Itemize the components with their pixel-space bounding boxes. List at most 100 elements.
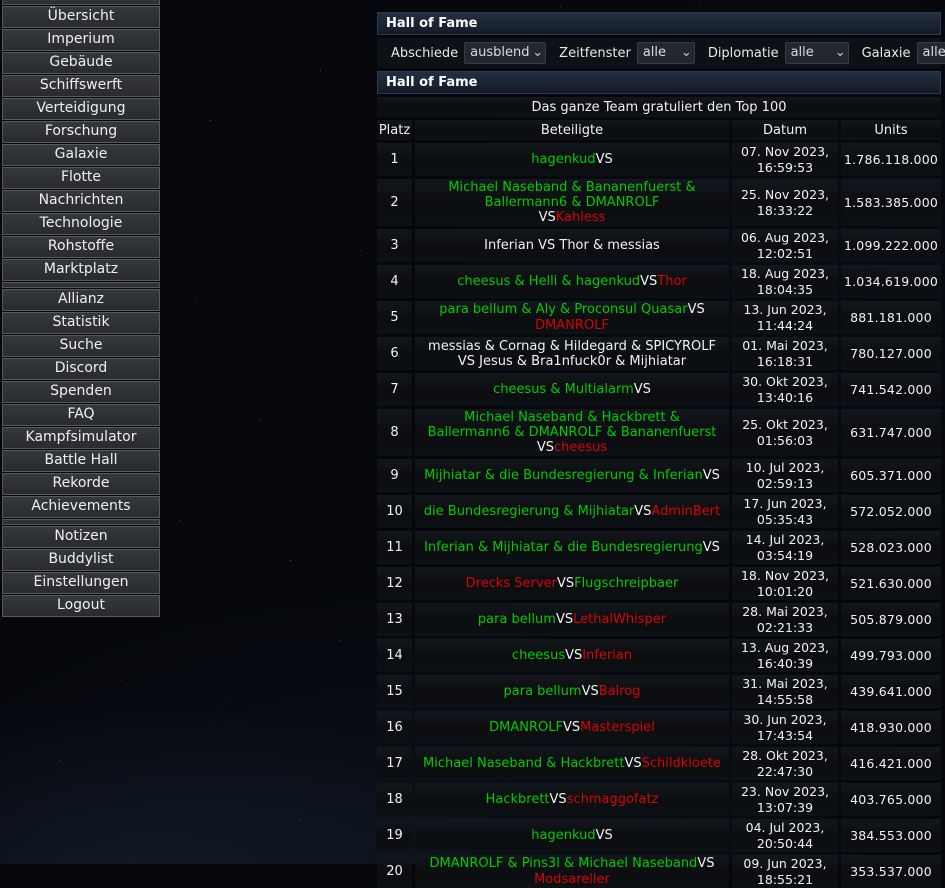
date-cell: 18. Nov 2023, 10:01:20 [732,567,838,600]
participants-cell: para bellum & Aly & Proconsul Quasar VS … [415,301,729,334]
units-cell: 439.641.000 [841,675,941,708]
loser-names: Inferian [582,648,632,663]
column-header-units: Units [841,120,941,140]
sidebar-item-faq[interactable]: FAQ [2,404,160,426]
neutral-text: VS [634,504,651,519]
rank-cell: 1 [377,143,412,176]
loser-names: Thor [657,274,686,289]
date-cell: 31. Mai 2023, 14:55:58 [732,675,838,708]
sidebar-item-imperium[interactable]: Imperium [2,29,160,51]
units-cell: 384.553.000 [841,819,941,852]
rank-cell: 18 [377,783,412,816]
sidebar-item-achievements[interactable]: Achievements [2,496,160,518]
winner-names: Michael Naseband & Hackbrett & Ballerman… [421,410,723,440]
game-page: ÜbersichtImperiumGebäudeSchiffswerftVert… [0,0,945,864]
section-title: Hall of Fame [377,71,941,94]
date-cell: 13. Jun 2023, 11:44:24 [732,301,838,334]
neutral-text: VS [688,302,705,317]
sidebar-item-notizen[interactable]: Notizen [2,526,160,548]
zeitfenster-select[interactable]: alle [637,42,695,64]
sidebar-item-kampfsimulator[interactable]: Kampfsimulator [2,427,160,449]
loser-names: schmaggofatz [567,792,659,807]
sidebar-item-einstellungen[interactable]: Einstellungen [2,572,160,594]
sidebar-item-flotte[interactable]: Flotte [2,167,160,189]
sidebar-item-verteidigung[interactable]: Verteidigung [2,98,160,120]
sidebar-item-statistik[interactable]: Statistik [2,312,160,334]
abschiede-select[interactable]: ausblenden [464,42,546,64]
sidebar-item-technologie[interactable]: Technologie [2,213,160,235]
units-cell: 403.765.000 [841,783,941,816]
sidebar-separator [2,519,160,525]
participants-cell: Mijhiatar & die Bundesregierung & Inferi… [415,459,729,492]
galaxie-select[interactable]: alle [917,42,945,64]
participants-cell: para bellum VS LethalWhisper [415,603,729,636]
date-cell: 10. Jul 2023, 02:59:13 [732,459,838,492]
neutral-text: VS [539,210,556,225]
date-cell: 06. Aug 2023, 12:02:51 [732,229,838,262]
sidebar-item-discord[interactable]: Discord [2,358,160,380]
page-title: Hall of Fame [377,12,941,35]
rank-cell: 8 [377,409,412,456]
neutral-text: VS [596,152,613,167]
sidebar-item-battle-hall[interactable]: Battle Hall [2,450,160,472]
participants-cell: DMANROLF VS Masterspiel [415,711,729,744]
participants-cell: cheesus & Helli & hagenkud VS Thor [415,265,729,298]
sidebar-item-gebaude[interactable]: Gebäude [2,52,160,74]
sidebar-item-galaxie[interactable]: Galaxie [2,144,160,166]
units-cell: 1.583.385.000 [841,179,941,226]
neutral-text: VS [565,648,582,663]
participants-cell: Michael Naseband & Hackbrett VS Schildkl… [415,747,729,780]
rank-cell: 12 [377,567,412,600]
hall-of-fame-table: Das ganze Team gratuliert den Top 100 Pl… [377,97,941,888]
sidebar-item-spenden[interactable]: Spenden [2,381,160,403]
sidebar-item-ubersicht[interactable]: Übersicht [2,6,160,28]
sidebar-item-marktplatz[interactable]: Marktplatz [2,259,160,281]
units-cell: 499.793.000 [841,639,941,672]
neutral-text: VS [703,468,720,483]
rank-cell: 10 [377,495,412,528]
neutral-text: VS [537,440,554,455]
units-cell: 418.930.000 [841,711,941,744]
participants-cell: cheesus VS Inferian [415,639,729,672]
sidebar-item-logout[interactable]: Logout [2,595,160,617]
neutral-text: VS [550,792,567,807]
sidebar-item-suche[interactable]: Suche [2,335,160,357]
winner-names: para bellum [504,684,582,699]
participants-cell: Michael Naseband & Hackbrett & Ballerman… [415,409,729,456]
participants-cell: Michael Naseband & Bananenfuerst & Balle… [415,179,729,226]
date-cell: 28. Mai 2023, 02:21:33 [732,603,838,636]
sidebar-item-allianz[interactable]: Allianz [2,289,160,311]
date-cell: 23. Nov 2023, 13:07:39 [732,783,838,816]
winner-names: hagenkud [531,152,595,167]
neutral-text: VS [634,382,651,397]
neutral-text: VS [563,720,580,735]
rank-cell: 3 [377,229,412,262]
sidebar-item-rekorde[interactable]: Rekorde [2,473,160,495]
sidebar-item-nachrichten[interactable]: Nachrichten [2,190,160,212]
neutral-text: VS [640,274,657,289]
winner-names: Michael Naseband & Hackbrett [423,756,624,771]
participants-cell: para bellum VS Balrog [415,675,729,708]
sidebar-item-schiffswerft[interactable]: Schiffswerft [2,75,160,97]
sidebar-item-rohstoffe[interactable]: Rohstoffe [2,236,160,258]
column-header-beteiligte: Beteiligte [415,120,729,140]
table-caption: Das ganze Team gratuliert den Top 100 [377,97,941,117]
participants-cell: Inferian & Mijhiatar & die Bundesregieru… [415,531,729,564]
winner-names: Inferian & Mijhiatar & die Bundesregieru… [424,540,703,555]
filter-bar: Abschiede ausblenden ⌄ Zeitfenster alle … [377,38,941,68]
sidebar-item-forschung[interactable]: Forschung [2,121,160,143]
date-cell: 25. Nov 2023, 18:33:22 [732,179,838,226]
section-title-text: Hall of Fame [386,75,477,90]
rank-cell: 7 [377,373,412,406]
loser-names: Masterspiel [580,720,655,735]
rank-cell: 13 [377,603,412,636]
sidebar-item-buddylist[interactable]: Buddylist [2,549,160,571]
rank-cell: 17 [377,747,412,780]
neutral-text: VS [557,576,574,591]
diplomatie-select[interactable]: alle [785,42,849,64]
units-cell: 881.181.000 [841,301,941,334]
column-header-datum: Datum [732,120,838,140]
filter-abschiede: Abschiede ausblenden ⌄ [391,42,546,64]
units-cell: 741.542.000 [841,373,941,406]
winner-names: cheesus & Multialarm [493,382,634,397]
